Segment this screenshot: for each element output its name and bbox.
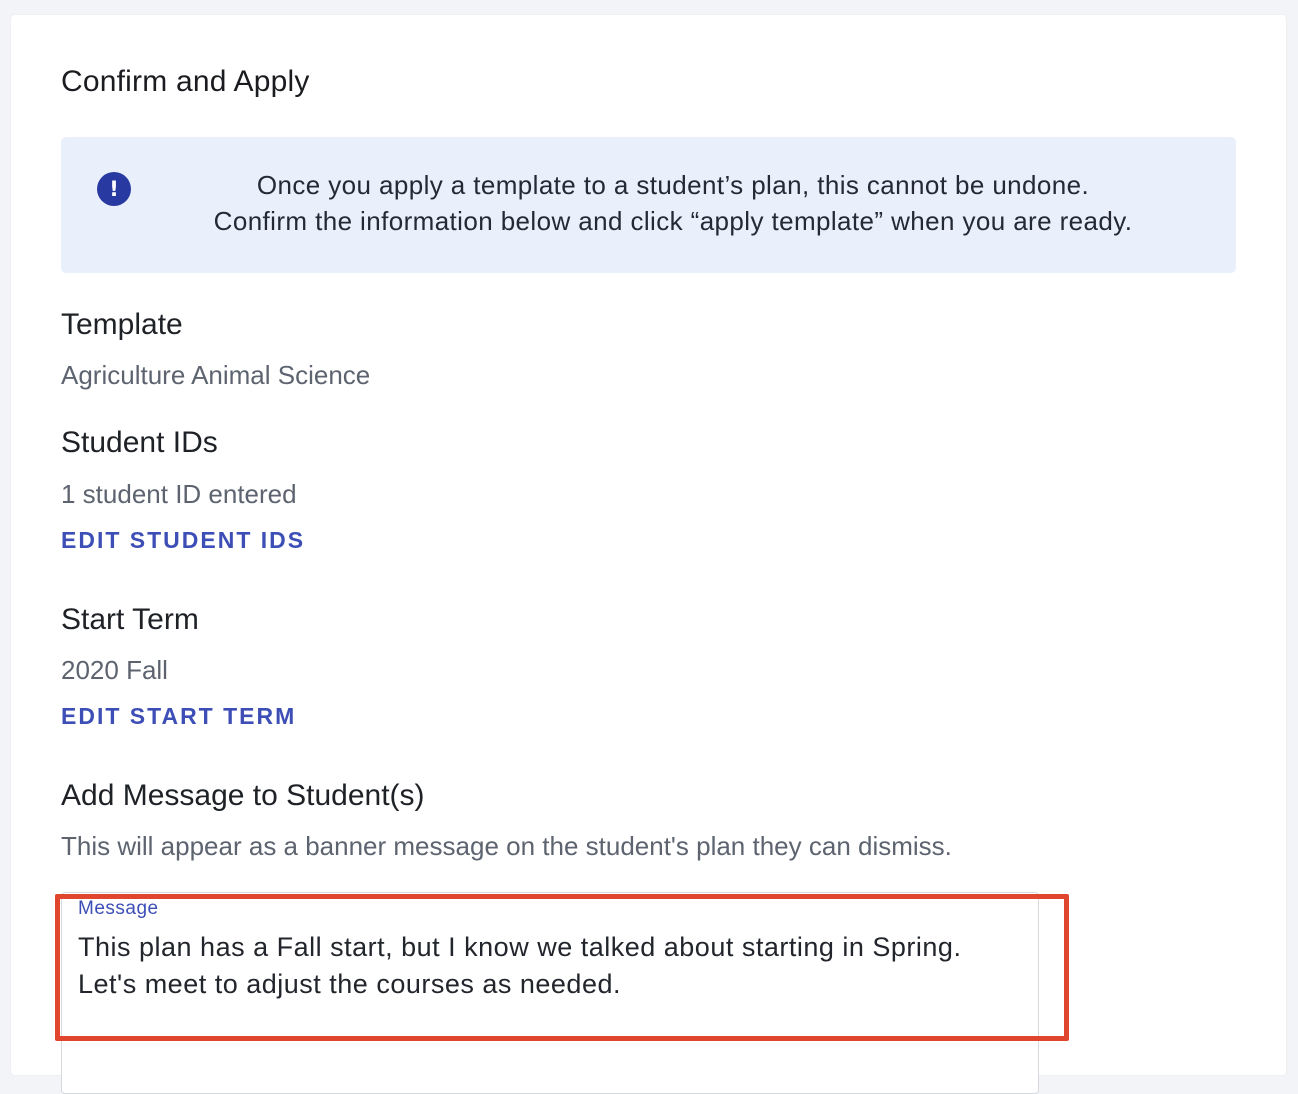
template-value: Agriculture Animal Science — [61, 360, 371, 390]
edit-start-term-link[interactable]: EDIT START TERM — [61, 703, 296, 730]
info-banner-text: Once you apply a template to a student’s… — [143, 167, 1203, 239]
message-description: This will appear as a banner message on … — [61, 831, 952, 861]
info-banner-line-1: Once you apply a template to a student’s… — [256, 170, 1090, 200]
info-banner-line-2: Confirm the information below and click … — [213, 206, 1133, 236]
page-title: Confirm and Apply — [61, 65, 310, 98]
start-term-heading: Start Term — [61, 603, 199, 636]
message-heading: Add Message to Student(s) — [61, 779, 425, 812]
template-heading: Template — [61, 308, 183, 341]
info-banner: ! Once you apply a template to a student… — [61, 137, 1236, 273]
message-textarea[interactable]: Message This plan has a Fall start, but … — [61, 892, 1039, 1094]
confirm-apply-card: Confirm and Apply ! Once you apply a tem… — [11, 15, 1286, 1094]
exclamation-circle-icon: ! — [97, 172, 131, 206]
message-field-label: Message — [78, 898, 159, 919]
student-ids-value: 1 student ID entered — [61, 479, 297, 509]
start-term-value: 2020 Fall — [61, 655, 168, 685]
student-ids-heading: Student IDs — [61, 426, 218, 459]
edit-student-ids-link[interactable]: EDIT STUDENT IDS — [61, 527, 305, 554]
message-field-value[interactable]: This plan has a Fall start, but I know w… — [78, 929, 998, 1003]
